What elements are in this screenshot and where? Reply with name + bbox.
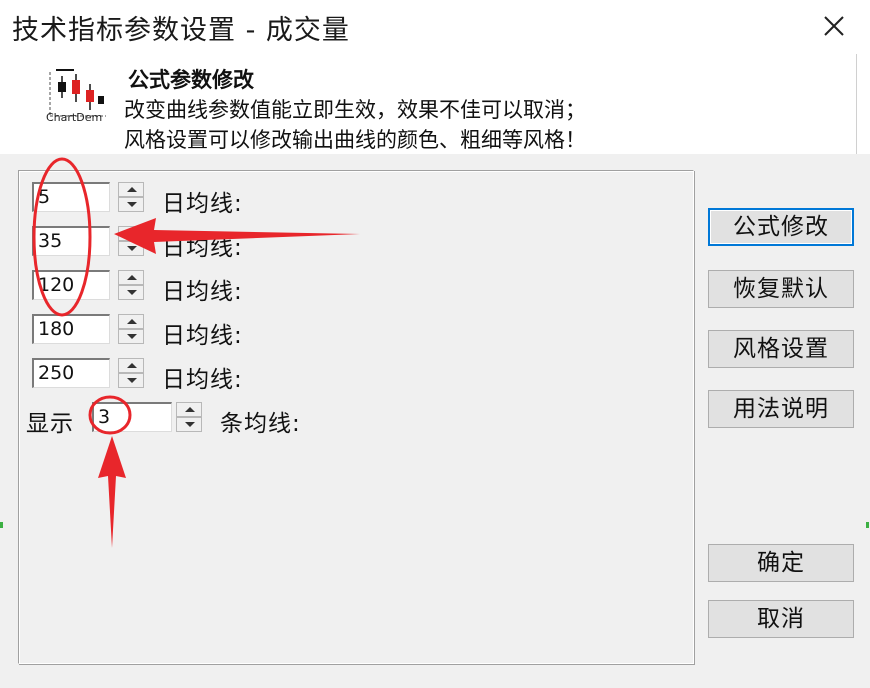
header-description-2: 风格设置可以修改输出曲线的颜色、粗细等风格！ xyxy=(124,128,586,152)
display-prefix-label: 显示 xyxy=(26,411,74,437)
param-label-5: 日均线: xyxy=(162,367,243,393)
spin-up-icon[interactable] xyxy=(118,270,144,285)
param-label-4: 日均线: xyxy=(162,323,243,349)
spin-up-icon[interactable] xyxy=(118,358,144,373)
param-spinner-4[interactable] xyxy=(118,314,144,344)
logo-caption: ChartDem xyxy=(46,111,103,124)
spin-down-icon[interactable] xyxy=(176,417,202,432)
restore-default-button[interactable]: 恢复默认 xyxy=(708,270,854,308)
param-spinner-2[interactable] xyxy=(118,226,144,256)
usage-help-button[interactable]: 用法说明 xyxy=(708,390,854,428)
param-label-3: 日均线: xyxy=(162,279,243,305)
param-label-2: 日均线: xyxy=(162,235,243,261)
style-settings-button[interactable]: 风格设置 xyxy=(708,330,854,368)
spin-up-icon[interactable] xyxy=(118,226,144,241)
spin-down-icon[interactable] xyxy=(118,241,144,256)
display-suffix-label: 条均线: xyxy=(220,411,301,437)
spin-down-icon[interactable] xyxy=(118,285,144,300)
edge-mark xyxy=(0,522,3,528)
ok-button[interactable]: 确定 xyxy=(708,544,854,582)
title-bar: 技术指标参数设置 - 成交量 xyxy=(0,0,870,52)
param-input-4[interactable]: 180 xyxy=(32,314,110,344)
edge-mark xyxy=(866,522,869,528)
param-spinner-5[interactable] xyxy=(118,358,144,388)
header-title: 公式参数修改 xyxy=(128,68,254,92)
window-title: 技术指标参数设置 - 成交量 xyxy=(12,15,350,46)
display-count-input[interactable]: 3 xyxy=(92,402,172,432)
spin-down-icon[interactable] xyxy=(118,197,144,212)
formula-edit-button[interactable]: 公式修改 xyxy=(708,208,854,246)
param-label-1: 日均线: xyxy=(162,191,243,217)
display-count-spinner[interactable] xyxy=(176,402,202,432)
param-input-1[interactable]: 5 xyxy=(32,182,110,212)
param-spinner-1[interactable] xyxy=(118,182,144,212)
cancel-button[interactable]: 取消 xyxy=(708,600,854,638)
spin-up-icon[interactable] xyxy=(176,402,202,417)
spin-up-icon[interactable] xyxy=(118,182,144,197)
spin-up-icon[interactable] xyxy=(118,314,144,329)
spin-down-icon[interactable] xyxy=(118,329,144,344)
header-description-1: 改变曲线参数值能立即生效，效果不佳可以取消； xyxy=(124,98,586,122)
param-input-2[interactable]: 35 xyxy=(32,226,110,256)
spin-down-icon[interactable] xyxy=(118,373,144,388)
param-input-5[interactable]: 250 xyxy=(32,358,110,388)
close-icon xyxy=(824,16,844,36)
param-input-3[interactable]: 120 xyxy=(32,270,110,300)
param-spinner-3[interactable] xyxy=(118,270,144,300)
close-button[interactable] xyxy=(816,8,852,44)
header-edge xyxy=(856,54,857,154)
